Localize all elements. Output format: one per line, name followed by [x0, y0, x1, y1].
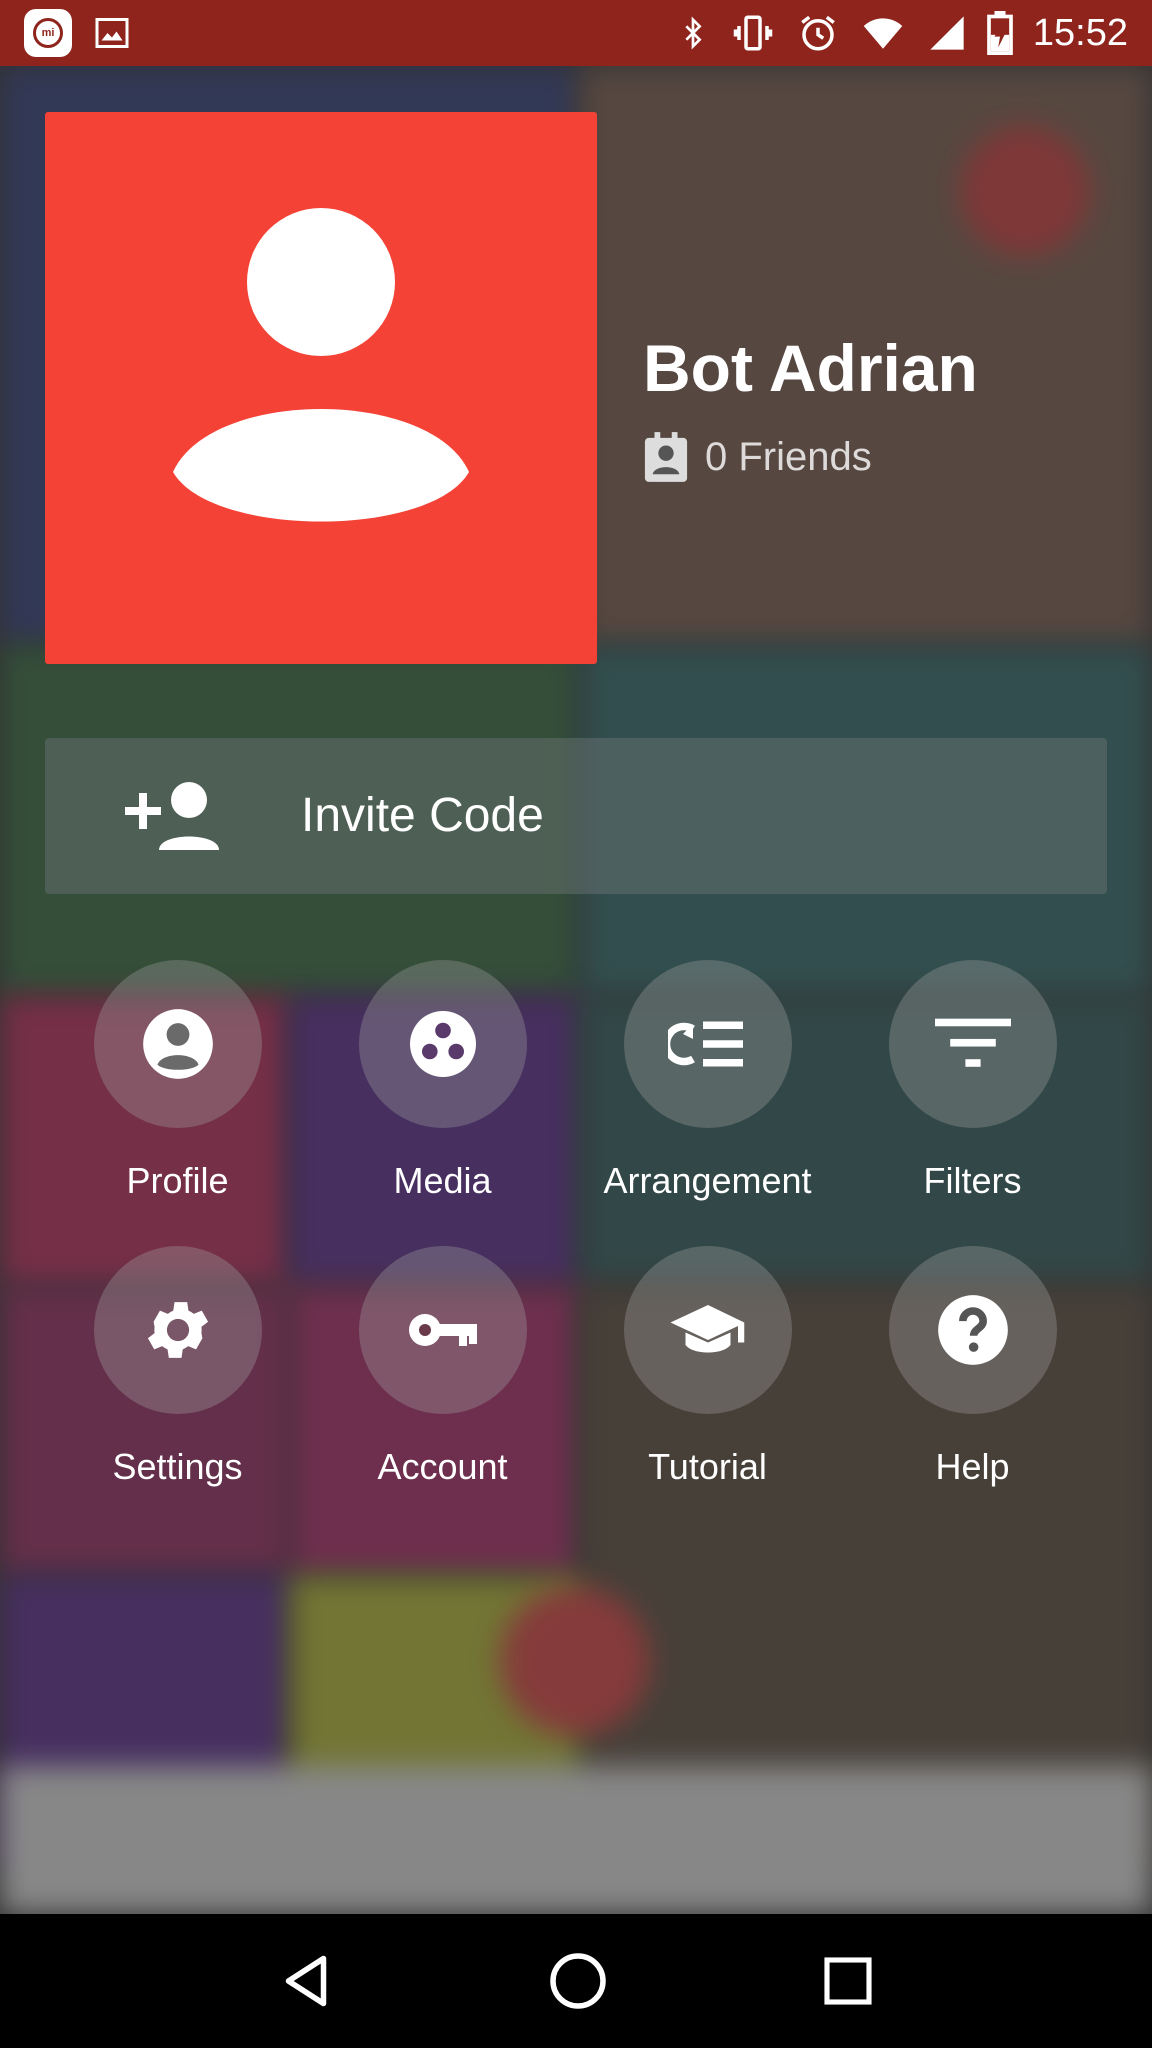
home-icon[interactable]	[548, 1951, 608, 2011]
menu-account-label: Account	[377, 1446, 508, 1487]
wifi-icon	[863, 18, 903, 49]
help-icon	[937, 1295, 1008, 1365]
filter-icon	[934, 1018, 1011, 1067]
add-person-icon	[125, 782, 219, 850]
menu-media[interactable]: Media	[310, 960, 575, 1220]
menu-profile-circle[interactable]	[93, 960, 262, 1128]
profile-drawer: Bot Adrian 0 Friends Invite Code Profile…	[0, 66, 1152, 1914]
vibrate-icon	[733, 15, 773, 51]
menu-media-label: Media	[393, 1160, 492, 1201]
menu-account[interactable]: Account	[310, 1246, 575, 1506]
image-icon	[95, 18, 129, 48]
user-name: Bot Adrian	[643, 331, 978, 405]
menu-media-circle[interactable]	[358, 960, 527, 1128]
invite-code-button[interactable]: Invite Code	[45, 738, 1107, 894]
signal-icon	[930, 16, 964, 50]
menu-arrangement-label: Arrangement	[603, 1160, 812, 1201]
friends-count[interactable]: 0 Friends	[643, 432, 872, 482]
status-bar: mi 15:52	[0, 0, 1152, 66]
graduation-cap-icon	[670, 1305, 744, 1353]
menu-help[interactable]: Help	[840, 1246, 1105, 1506]
battery-charging-icon	[987, 11, 1013, 55]
menu-settings-label: Settings	[112, 1446, 243, 1487]
status-time: 15:52	[1032, 11, 1128, 54]
account-circle-icon	[142, 1009, 213, 1079]
navigation-bar	[0, 1914, 1152, 2048]
recents-icon[interactable]	[820, 1953, 876, 2009]
back-icon[interactable]	[276, 1951, 336, 2011]
menu-profile[interactable]: Profile	[45, 960, 310, 1220]
menu-help-label: Help	[935, 1446, 1010, 1487]
arrangement-icon	[667, 1021, 743, 1067]
key-icon	[408, 1314, 477, 1346]
menu-tutorial-circle[interactable]	[623, 1246, 792, 1414]
menu-tutorial[interactable]: Tutorial	[575, 1246, 840, 1506]
menu-filters[interactable]: Filters	[840, 960, 1105, 1220]
avatar[interactable]	[45, 112, 597, 664]
mi-icon: mi	[24, 9, 72, 57]
menu-account-circle[interactable]	[358, 1246, 527, 1414]
contacts-icon	[644, 432, 688, 482]
menu-profile-label: Profile	[126, 1160, 229, 1201]
media-icon	[409, 1011, 476, 1077]
alarm-icon	[801, 15, 835, 51]
friends-label: 0 Friends	[705, 434, 872, 479]
menu-help-circle[interactable]	[888, 1246, 1057, 1414]
invite-code-label: Invite Code	[301, 789, 544, 842]
menu-settings-circle[interactable]	[93, 1246, 262, 1414]
menu-arrangement[interactable]: Arrangement	[575, 960, 840, 1220]
person-icon	[173, 208, 469, 522]
menu-arrangement-circle[interactable]	[623, 960, 792, 1128]
bluetooth-icon	[685, 16, 702, 50]
menu-tutorial-label: Tutorial	[648, 1446, 767, 1487]
menu-filters-label: Filters	[923, 1160, 1022, 1201]
menu-filters-circle[interactable]	[888, 960, 1057, 1128]
gear-icon	[147, 1302, 208, 1358]
menu-settings[interactable]: Settings	[45, 1246, 310, 1506]
